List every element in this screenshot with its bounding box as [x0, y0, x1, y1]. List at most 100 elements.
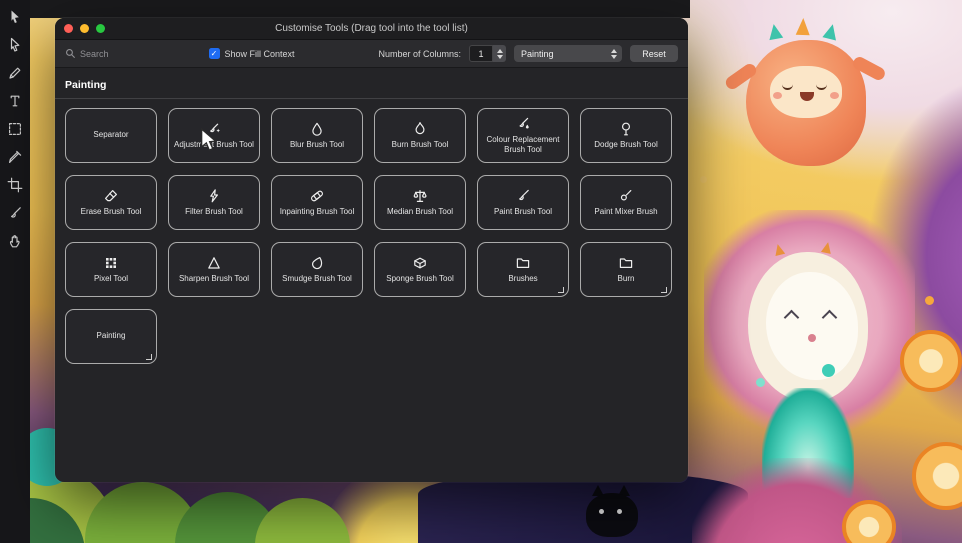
show-fill-context-checkbox[interactable] — [208, 48, 220, 59]
category-dropdown[interactable]: Painting — [514, 45, 622, 62]
tool-button-paint-brush-tool[interactable]: Paint Brush Tool — [477, 175, 569, 230]
tool-grid: Separator Adjustment Brush Tool Blur Brush… — [55, 99, 688, 373]
illustration-black-creature — [586, 485, 640, 537]
section-header: Painting — [55, 68, 688, 99]
artwork-dot — [822, 364, 835, 377]
show-fill-context-toggle[interactable]: Show Fill Context — [208, 48, 295, 59]
tool-button-pixel-tool[interactable]: Pixel Tool — [65, 242, 157, 297]
tool-label: Blur Brush Tool — [289, 139, 345, 149]
close-button[interactable] — [64, 24, 73, 33]
colour-replacement-brush-icon — [515, 116, 531, 132]
hand-tool-icon[interactable] — [7, 232, 24, 249]
tool-button-sponge-brush-tool[interactable]: Sponge Brush Tool — [374, 242, 466, 297]
dodge-icon — [618, 121, 634, 137]
tool-button-inpainting-brush-tool[interactable]: Inpainting Brush Tool — [271, 175, 363, 230]
tool-label: Sponge Brush Tool — [386, 273, 454, 283]
illustration-orange-creature — [718, 12, 893, 187]
artwork-dot — [925, 296, 934, 305]
chevron-updown-icon — [607, 48, 620, 59]
columns-stepper[interactable]: 1 — [469, 45, 506, 62]
stepper-decrement-button[interactable] — [496, 54, 503, 59]
paint-brush-icon — [515, 188, 531, 204]
app-top-panel — [30, 0, 690, 18]
mouse-cursor — [199, 127, 219, 157]
tool-button-erase-brush-tool[interactable]: Erase Brush Tool — [65, 175, 157, 230]
colour-picker-tool-icon[interactable] — [7, 148, 24, 165]
tool-button-paint-mixer-brush[interactable]: Paint Mixer Brush — [580, 175, 672, 230]
sponge-icon — [412, 255, 428, 271]
folder-icon — [515, 255, 531, 271]
show-fill-context-label: Show Fill Context — [224, 48, 295, 59]
tool-label: Filter Brush Tool — [185, 206, 243, 216]
section-title: Painting — [65, 79, 107, 91]
pencil-tool-icon[interactable] — [7, 64, 24, 81]
group-corner-mark — [661, 287, 667, 293]
tool-button-brushes[interactable]: Brushes — [477, 242, 569, 297]
sharpen-triangle-icon — [206, 255, 222, 271]
artwork-dot — [756, 378, 765, 387]
tool-button-sharpen-brush-tool[interactable]: Sharpen Brush Tool — [168, 242, 260, 297]
eraser-icon — [103, 188, 119, 204]
tool-label: Smudge Brush Tool — [282, 273, 352, 283]
illustration-citrus-slice — [900, 330, 962, 392]
tool-label: Paint Brush Tool — [493, 206, 553, 216]
blur-droplet-icon — [309, 121, 325, 137]
retouch-tool-icon[interactable] — [7, 204, 24, 221]
dialog-titlebar[interactable]: Customise Tools (Drag tool into the tool… — [55, 18, 688, 40]
tool-label: Median Brush Tool — [386, 206, 454, 216]
tool-button-separator[interactable]: Separator — [65, 108, 157, 163]
move-tool-icon[interactable] — [7, 8, 24, 25]
paint-mixer-brush-icon — [618, 188, 634, 204]
tool-label: Sharpen Brush Tool — [178, 273, 250, 283]
tool-label: Separator — [93, 130, 129, 140]
marquee-tool-icon[interactable] — [7, 120, 24, 137]
selection-tool-icon[interactable] — [7, 36, 24, 53]
tool-button-smudge-brush-tool[interactable]: Smudge Brush Tool — [271, 242, 363, 297]
tool-button-painting[interactable]: Painting — [65, 309, 157, 364]
dialog-toolbar: Search Show Fill Context Number of Colum… — [55, 40, 688, 68]
search-icon — [66, 49, 75, 58]
group-corner-mark — [558, 287, 564, 293]
group-corner-mark — [146, 354, 152, 360]
search-placeholder: Search — [80, 48, 109, 59]
pixel-grid-icon — [103, 255, 119, 271]
app-tool-sidebar — [0, 0, 30, 543]
tool-button-burn-brush-tool[interactable]: Burn Brush Tool — [374, 108, 466, 163]
tool-label: Erase Brush Tool — [80, 206, 142, 216]
artwork-dot — [700, 176, 707, 183]
text-frame-tool-icon[interactable] — [7, 92, 24, 109]
inpainting-brush-icon — [309, 188, 325, 204]
folder-icon — [618, 255, 634, 271]
filter-brush-icon — [206, 188, 222, 204]
tool-button-filter-brush-tool[interactable]: Filter Brush Tool — [168, 175, 260, 230]
tool-label: Pixel Tool — [93, 273, 129, 283]
tool-label: Inpainting Brush Tool — [279, 206, 355, 216]
zoom-button[interactable] — [96, 24, 105, 33]
customise-tools-dialog: Customise Tools (Drag tool into the tool… — [55, 18, 688, 482]
tool-label: Burn — [617, 273, 635, 283]
illustration-citrus-slice — [912, 442, 962, 510]
category-value: Painting — [521, 48, 554, 59]
tool-label: Burn Brush Tool — [391, 139, 449, 149]
columns-label: Number of Columns: — [378, 48, 461, 59]
dialog-title: Customise Tools (Drag tool into the tool… — [275, 23, 468, 34]
desktop: Customise Tools (Drag tool into the tool… — [0, 0, 962, 543]
tool-button-blur-brush-tool[interactable]: Blur Brush Tool — [271, 108, 363, 163]
crop-tool-icon[interactable] — [7, 176, 24, 193]
median-scales-icon — [412, 188, 428, 204]
tool-button-median-brush-tool[interactable]: Median Brush Tool — [374, 175, 466, 230]
tool-button-burn[interactable]: Burn — [580, 242, 672, 297]
tool-label: Paint Mixer Brush — [594, 206, 658, 216]
flame-icon — [412, 121, 428, 137]
stepper-increment-button[interactable] — [496, 48, 503, 53]
smudge-icon — [309, 255, 325, 271]
reset-button[interactable]: Reset — [630, 45, 678, 62]
tool-label: Painting — [96, 331, 126, 341]
columns-value: 1 — [469, 45, 493, 62]
tool-button-dodge-brush-tool[interactable]: Dodge Brush Tool — [580, 108, 672, 163]
tool-label: Brushes — [508, 273, 538, 283]
minimize-button[interactable] — [80, 24, 89, 33]
search-input[interactable]: Search — [65, 48, 109, 59]
tool-label: Dodge Brush Tool — [594, 139, 658, 149]
tool-button-colour-replacement-brush-tool[interactable]: Colour Replacement Brush Tool — [477, 108, 569, 163]
